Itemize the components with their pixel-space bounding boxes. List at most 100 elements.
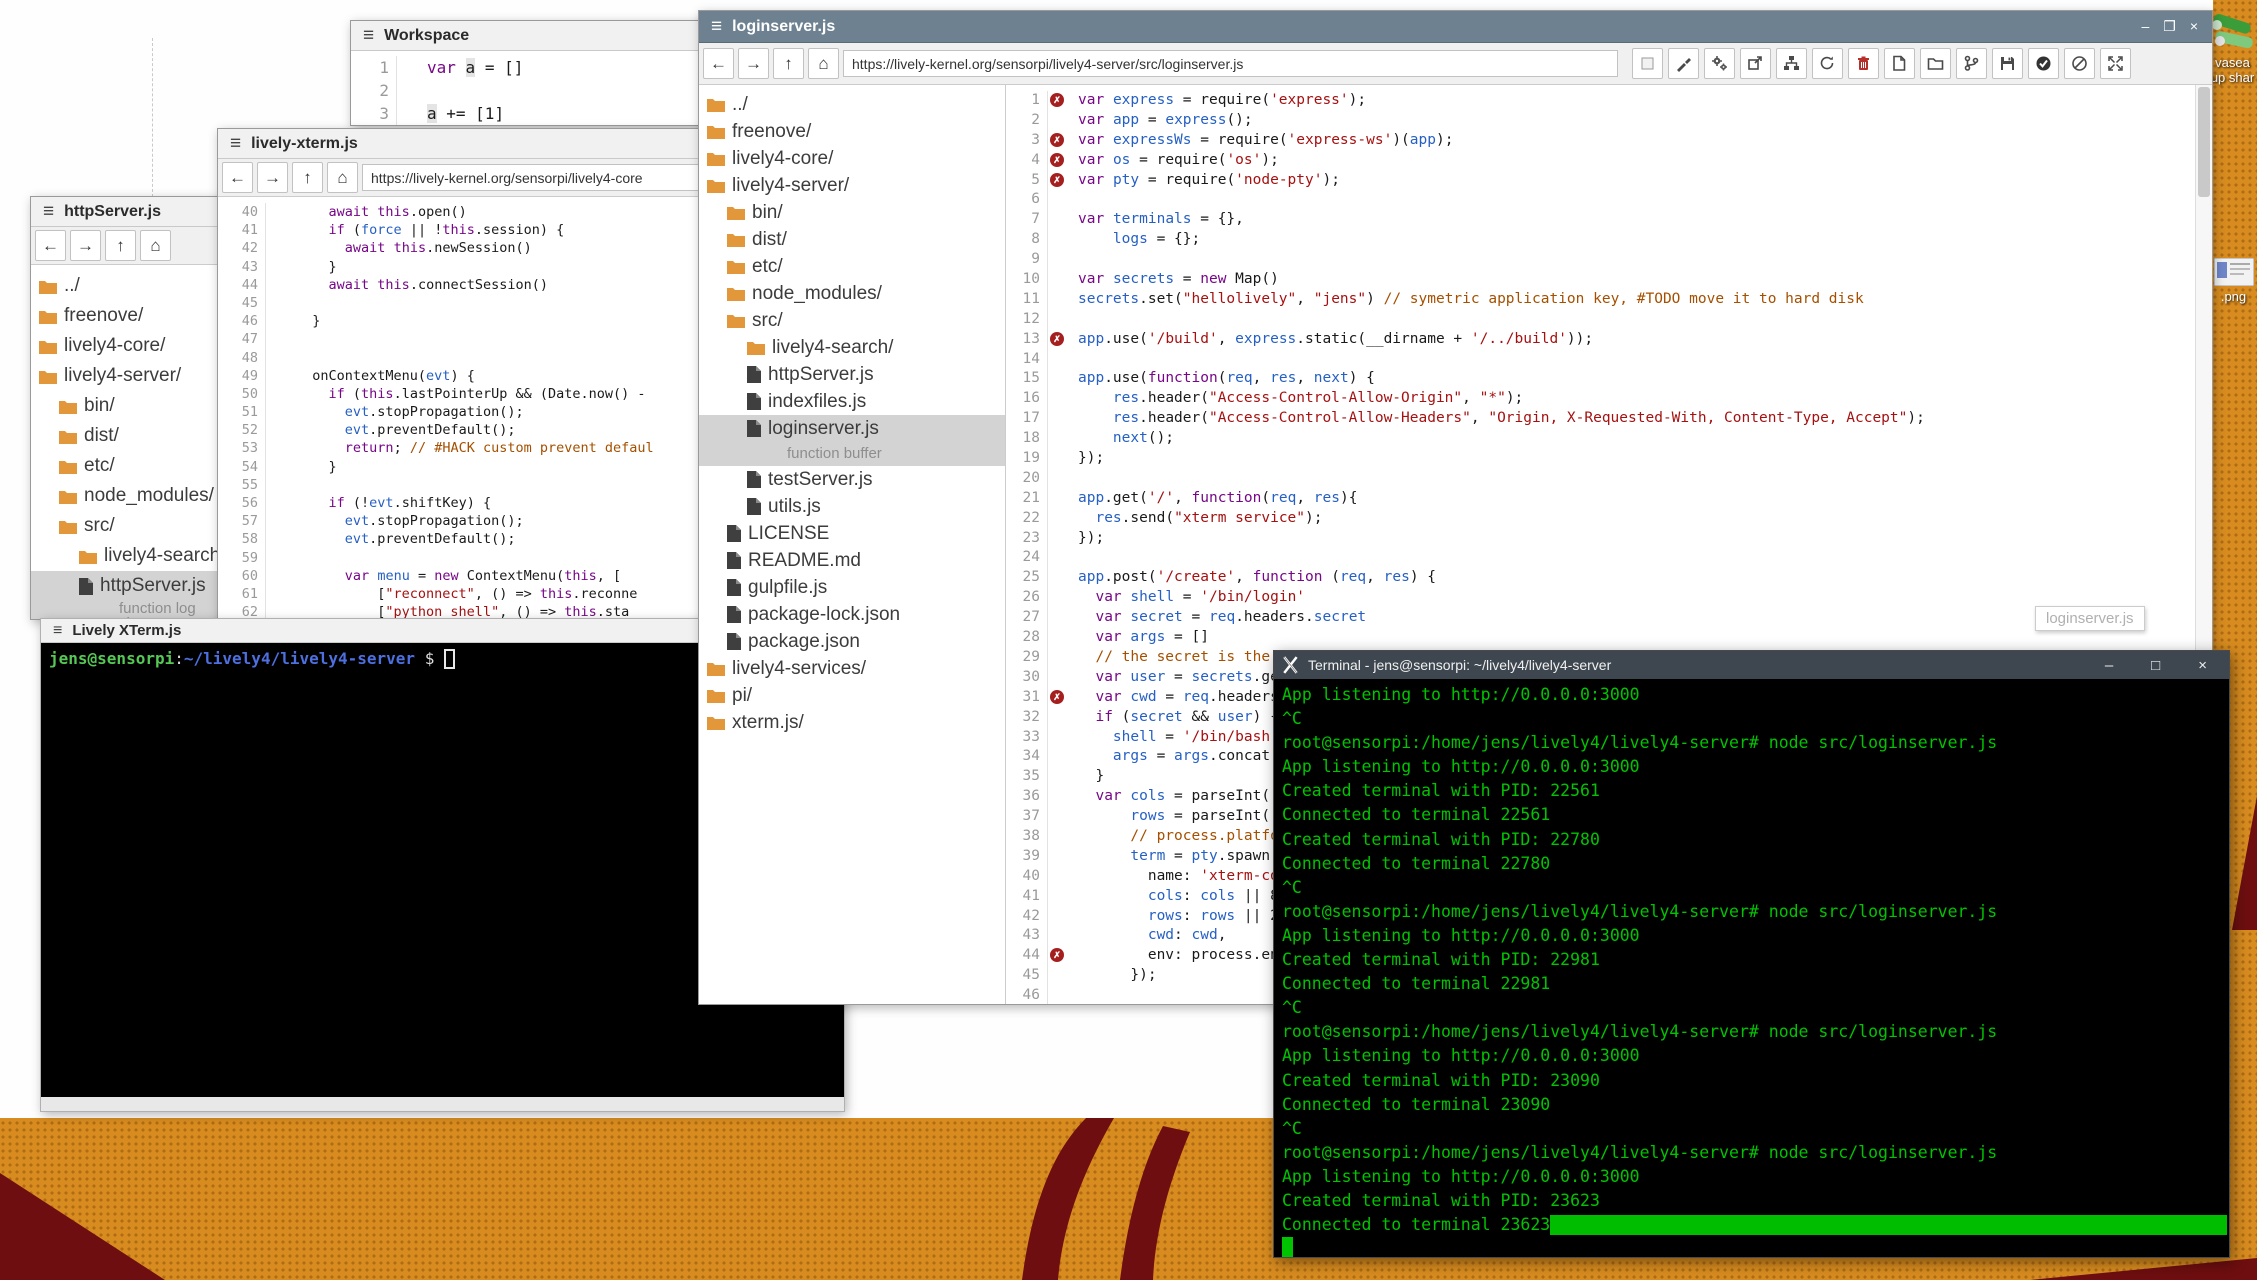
code-line[interactable]: 22 res.send("xterm service");	[1006, 509, 2195, 529]
git-branch-button[interactable]	[1956, 48, 1987, 79]
forward-button[interactable]: →	[70, 230, 101, 261]
tree-item-package-lock.json[interactable]: package-lock.json	[699, 601, 1005, 628]
code-line[interactable]: 13✗app.use('/build', express.static(__di…	[1006, 330, 2195, 350]
menu-icon[interactable]: ≡	[363, 25, 374, 47]
code-line[interactable]: 18 next();	[1006, 429, 2195, 449]
home-button[interactable]: ⌂	[808, 48, 839, 79]
tree-item-etc[interactable]: etc/	[699, 253, 1005, 280]
code-line[interactable]: 4✗var os = require('os');	[1006, 151, 2195, 171]
tree-item-dist[interactable]: dist/	[699, 226, 1005, 253]
code-line[interactable]: 5✗var pty = require('node-pty');	[1006, 171, 2195, 191]
deny-button[interactable]	[2064, 48, 2095, 79]
error-marker-icon[interactable]: ✗	[1050, 153, 1064, 167]
new-file-button[interactable]	[1884, 48, 1915, 79]
code-line[interactable]: 27 var secret = req.headers.secret	[1006, 608, 2195, 628]
home-button[interactable]: ⌂	[327, 162, 358, 193]
code-line[interactable]: 28 var args = []	[1006, 628, 2195, 648]
code-line[interactable]: 24	[1006, 548, 2195, 568]
refresh-button[interactable]	[1812, 48, 1843, 79]
tree-item-..[interactable]: ../	[699, 91, 1005, 118]
tree-item-LICENSE[interactable]: LICENSE	[699, 520, 1005, 547]
forward-button[interactable]: →	[738, 48, 769, 79]
menu-icon[interactable]: ≡	[43, 201, 54, 223]
trash-button[interactable]	[1848, 48, 1879, 79]
folder-button[interactable]	[1920, 48, 1951, 79]
sitemap-button[interactable]	[1776, 48, 1807, 79]
code-line[interactable]: 23});	[1006, 529, 2195, 549]
tree-item-lively4-search[interactable]: lively4-search/	[699, 334, 1005, 361]
code-line[interactable]: 2var app = express();	[1006, 111, 2195, 131]
error-marker-icon[interactable]: ✗	[1050, 173, 1064, 187]
menu-icon[interactable]: ≡	[711, 16, 722, 38]
back-button[interactable]: ←	[703, 48, 734, 79]
tree-item-lively4-services[interactable]: lively4-services/	[699, 655, 1005, 682]
code-line[interactable]: 11secrets.set("hellolively", "jens") // …	[1006, 290, 2195, 310]
expand-button[interactable]	[2100, 48, 2131, 79]
code-line[interactable]: 25app.post('/create', function (req, res…	[1006, 568, 2195, 588]
back-button[interactable]: ←	[222, 162, 253, 193]
tree-item-gulpfile.js[interactable]: gulpfile.js	[699, 574, 1005, 601]
checkbox-button[interactable]	[1632, 48, 1663, 79]
tree-item-src[interactable]: src/	[699, 307, 1005, 334]
tree-item-xterm.js[interactable]: xterm.js/	[699, 709, 1005, 736]
menu-icon[interactable]: ≡	[53, 622, 62, 640]
url-input[interactable]	[843, 50, 1618, 77]
close-icon[interactable]: ×	[2198, 657, 2207, 674]
up-button[interactable]: ↑	[292, 162, 323, 193]
loginserver-titlebar[interactable]: ≡ loginserver.js – ❐ ×	[699, 11, 2212, 43]
code-line[interactable]: 14	[1006, 350, 2195, 370]
tree-item-loginserver.js[interactable]: loginserver.js	[699, 415, 1005, 442]
desktop-icon-image[interactable]: .png	[2210, 258, 2257, 304]
maximize-icon[interactable]: ❐	[2163, 18, 2176, 35]
code-line[interactable]: 21app.get('/', function(req, res){	[1006, 489, 2195, 509]
tree-item-lively4-server[interactable]: lively4-server/	[699, 172, 1005, 199]
tree-item-utils.js[interactable]: utils.js	[699, 493, 1005, 520]
forward-button[interactable]: →	[257, 162, 288, 193]
terminal-titlebar[interactable]: Terminal - jens@sensorpi: ~/lively4/live…	[1274, 651, 2229, 679]
code-line[interactable]: 15app.use(function(req, res, next) {	[1006, 369, 2195, 389]
minimize-icon[interactable]: –	[2141, 18, 2149, 35]
maximize-icon[interactable]: □	[2151, 657, 2160, 674]
code-line[interactable]: 8 logs = {};	[1006, 230, 2195, 250]
tree-item-indexfiles.js[interactable]: indexfiles.js	[699, 388, 1005, 415]
code-line[interactable]: 16 res.header("Access-Control-Allow-Orig…	[1006, 389, 2195, 409]
terminal-content[interactable]: App listening to http://0.0.0.0:3000^Cro…	[1274, 679, 2229, 1257]
code-line[interactable]: 12	[1006, 310, 2195, 330]
external-link-button[interactable]	[1740, 48, 1771, 79]
brush-button[interactable]	[1668, 48, 1699, 79]
gears-button[interactable]	[1704, 48, 1735, 79]
error-marker-icon[interactable]: ✗	[1050, 133, 1064, 147]
tree-item-lively4-core[interactable]: lively4-core/	[699, 145, 1005, 172]
code-line[interactable]: 1✗var express = require('express');	[1006, 91, 2195, 111]
tree-item-httpServer.js[interactable]: httpServer.js	[699, 361, 1005, 388]
code-line[interactable]: 17 res.header("Access-Control-Allow-Head…	[1006, 409, 2195, 429]
code-line[interactable]: 9	[1006, 250, 2195, 270]
code-line[interactable]: 20	[1006, 469, 2195, 489]
loginserver-file-tree[interactable]: ../freenove/lively4-core/lively4-server/…	[699, 85, 1006, 1004]
code-line[interactable]: 3✗var expressWs = require('express-ws')(…	[1006, 131, 2195, 151]
tree-item-testServer.js[interactable]: testServer.js	[699, 466, 1005, 493]
code-line[interactable]: 7var terminals = {},	[1006, 210, 2195, 230]
error-marker-icon[interactable]: ✗	[1050, 948, 1064, 962]
tree-item-freenove[interactable]: freenove/	[699, 118, 1005, 145]
up-button[interactable]: ↑	[773, 48, 804, 79]
code-line[interactable]: 26 var shell = '/bin/login'	[1006, 588, 2195, 608]
error-marker-icon[interactable]: ✗	[1050, 690, 1064, 704]
tree-subitem[interactable]: function buffer	[699, 442, 1005, 466]
error-marker-icon[interactable]: ✗	[1050, 93, 1064, 107]
tree-item-bin[interactable]: bin/	[699, 199, 1005, 226]
code-line[interactable]: 19});	[1006, 449, 2195, 469]
back-button[interactable]: ←	[35, 230, 66, 261]
error-marker-icon[interactable]: ✗	[1050, 332, 1064, 346]
menu-icon[interactable]: ≡	[230, 133, 241, 155]
home-button[interactable]: ⌂	[140, 230, 171, 261]
tree-item-README.md[interactable]: README.md	[699, 547, 1005, 574]
desktop-icon-shortcut[interactable]: vasea up shar	[2208, 14, 2257, 85]
minimize-icon[interactable]: –	[2105, 657, 2113, 674]
tree-item-pi[interactable]: pi/	[699, 682, 1005, 709]
tree-item-package.json[interactable]: package.json	[699, 628, 1005, 655]
up-button[interactable]: ↑	[105, 230, 136, 261]
save-button[interactable]	[1992, 48, 2023, 79]
code-line[interactable]: 10var secrets = new Map()	[1006, 270, 2195, 290]
accept-button[interactable]	[2028, 48, 2059, 79]
